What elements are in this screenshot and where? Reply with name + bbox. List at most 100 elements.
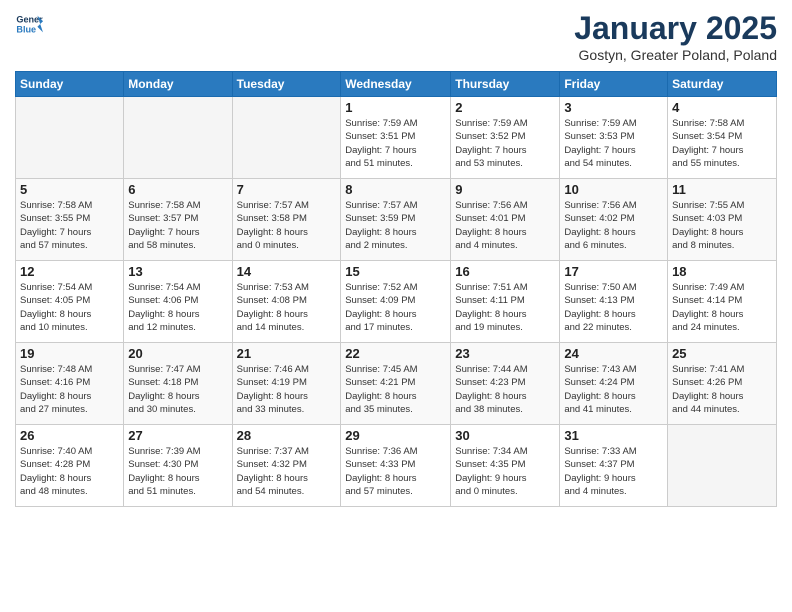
calendar-cell: 17 Sunrise: 7:50 AM Sunset: 4:13 PM Dayli… xyxy=(560,261,668,343)
day-number: 24 xyxy=(564,346,663,361)
day-number: 23 xyxy=(455,346,555,361)
day-info: Sunrise: 7:47 AM Sunset: 4:18 PM Dayligh… xyxy=(128,363,227,416)
day-number: 28 xyxy=(237,428,337,443)
col-friday: Friday xyxy=(560,72,668,97)
day-number: 1 xyxy=(345,100,446,115)
calendar-cell: 28 Sunrise: 7:37 AM Sunset: 4:32 PM Dayli… xyxy=(232,425,341,507)
day-info: Sunrise: 7:36 AM Sunset: 4:33 PM Dayligh… xyxy=(345,445,446,498)
col-sunday: Sunday xyxy=(16,72,124,97)
calendar-cell: 27 Sunrise: 7:39 AM Sunset: 4:30 PM Dayli… xyxy=(124,425,232,507)
week-row-1: 1 Sunrise: 7:59 AM Sunset: 3:51 PM Daylig… xyxy=(16,97,777,179)
calendar-cell xyxy=(232,97,341,179)
calendar-cell: 18 Sunrise: 7:49 AM Sunset: 4:14 PM Dayli… xyxy=(668,261,777,343)
day-number: 2 xyxy=(455,100,555,115)
day-info: Sunrise: 7:58 AM Sunset: 3:55 PM Dayligh… xyxy=(20,199,119,252)
day-number: 11 xyxy=(672,182,772,197)
day-number: 22 xyxy=(345,346,446,361)
day-number: 8 xyxy=(345,182,446,197)
calendar-cell: 4Sunrise: 7:58 AM Sunset: 3:54 PM Daylig… xyxy=(668,97,777,179)
calendar-cell: 30 Sunrise: 7:34 AM Sunset: 4:35 PM Dayli… xyxy=(451,425,560,507)
day-number: 29 xyxy=(345,428,446,443)
logo: General Blue xyxy=(15,10,43,38)
calendar-cell: 3 Sunrise: 7:59 AM Sunset: 3:53 PM Daylig… xyxy=(560,97,668,179)
day-number: 4 xyxy=(672,100,772,115)
day-info: Sunrise: 7:59 AM Sunset: 3:51 PM Dayligh… xyxy=(345,117,446,170)
calendar-cell: 8 Sunrise: 7:57 AM Sunset: 3:59 PM Daylig… xyxy=(341,179,451,261)
main-container: General Blue January 2025 Gostyn, Greate… xyxy=(0,0,792,517)
day-number: 15 xyxy=(345,264,446,279)
day-number: 18 xyxy=(672,264,772,279)
calendar-cell: 24 Sunrise: 7:43 AM Sunset: 4:24 PM Dayli… xyxy=(560,343,668,425)
day-info: Sunrise: 7:51 AM Sunset: 4:11 PM Dayligh… xyxy=(455,281,555,334)
calendar-cell xyxy=(16,97,124,179)
calendar-cell: 26 Sunrise: 7:40 AM Sunset: 4:28 PM Dayli… xyxy=(16,425,124,507)
day-info: Sunrise: 7:34 AM Sunset: 4:35 PM Dayligh… xyxy=(455,445,555,498)
day-info: Sunrise: 7:54 AM Sunset: 4:06 PM Dayligh… xyxy=(128,281,227,334)
day-number: 10 xyxy=(564,182,663,197)
day-number: 27 xyxy=(128,428,227,443)
day-number: 17 xyxy=(564,264,663,279)
calendar-cell: 2 Sunrise: 7:59 AM Sunset: 3:52 PM Daylig… xyxy=(451,97,560,179)
day-info: Sunrise: 7:50 AM Sunset: 4:13 PM Dayligh… xyxy=(564,281,663,334)
week-row-4: 19 Sunrise: 7:48 AM Sunset: 4:16 PM Dayli… xyxy=(16,343,777,425)
day-number: 13 xyxy=(128,264,227,279)
day-info: Sunrise: 7:37 AM Sunset: 4:32 PM Dayligh… xyxy=(237,445,337,498)
location-subtitle: Gostyn, Greater Poland, Poland xyxy=(574,47,777,63)
calendar-cell: 16 Sunrise: 7:51 AM Sunset: 4:11 PM Dayli… xyxy=(451,261,560,343)
calendar-cell: 1 Sunrise: 7:59 AM Sunset: 3:51 PM Daylig… xyxy=(341,97,451,179)
day-info: Sunrise: 7:55 AM Sunset: 4:03 PM Dayligh… xyxy=(672,199,772,252)
day-info: Sunrise: 7:59 AM Sunset: 3:53 PM Dayligh… xyxy=(564,117,663,170)
day-number: 5 xyxy=(20,182,119,197)
day-info: Sunrise: 7:41 AM Sunset: 4:26 PM Dayligh… xyxy=(672,363,772,416)
calendar-cell: 12 Sunrise: 7:54 AM Sunset: 4:05 PM Dayli… xyxy=(16,261,124,343)
day-number: 7 xyxy=(237,182,337,197)
calendar-cell: 14Sunrise: 7:53 AM Sunset: 4:08 PM Dayli… xyxy=(232,261,341,343)
day-number: 30 xyxy=(455,428,555,443)
day-number: 31 xyxy=(564,428,663,443)
week-row-2: 5 Sunrise: 7:58 AM Sunset: 3:55 PM Daylig… xyxy=(16,179,777,261)
day-number: 6 xyxy=(128,182,227,197)
day-info: Sunrise: 7:57 AM Sunset: 3:58 PM Dayligh… xyxy=(237,199,337,252)
month-title: January 2025 xyxy=(574,10,777,47)
calendar-cell: 15 Sunrise: 7:52 AM Sunset: 4:09 PM Dayli… xyxy=(341,261,451,343)
day-info: Sunrise: 7:57 AM Sunset: 3:59 PM Dayligh… xyxy=(345,199,446,252)
day-info: Sunrise: 7:52 AM Sunset: 4:09 PM Dayligh… xyxy=(345,281,446,334)
day-info: Sunrise: 7:40 AM Sunset: 4:28 PM Dayligh… xyxy=(20,445,119,498)
day-info: Sunrise: 7:49 AM Sunset: 4:14 PM Dayligh… xyxy=(672,281,772,334)
calendar-cell: 29 Sunrise: 7:36 AM Sunset: 4:33 PM Dayli… xyxy=(341,425,451,507)
week-row-5: 26 Sunrise: 7:40 AM Sunset: 4:28 PM Dayli… xyxy=(16,425,777,507)
col-thursday: Thursday xyxy=(451,72,560,97)
calendar-cell xyxy=(124,97,232,179)
calendar-cell: 25 Sunrise: 7:41 AM Sunset: 4:26 PM Dayli… xyxy=(668,343,777,425)
header-row: Sunday Monday Tuesday Wednesday Thursday… xyxy=(16,72,777,97)
calendar-cell: 6Sunrise: 7:58 AM Sunset: 3:57 PM Daylig… xyxy=(124,179,232,261)
header: General Blue January 2025 Gostyn, Greate… xyxy=(15,10,777,63)
col-wednesday: Wednesday xyxy=(341,72,451,97)
day-info: Sunrise: 7:54 AM Sunset: 4:05 PM Dayligh… xyxy=(20,281,119,334)
day-info: Sunrise: 7:56 AM Sunset: 4:02 PM Dayligh… xyxy=(564,199,663,252)
day-info: Sunrise: 7:59 AM Sunset: 3:52 PM Dayligh… xyxy=(455,117,555,170)
day-info: Sunrise: 7:43 AM Sunset: 4:24 PM Dayligh… xyxy=(564,363,663,416)
day-info: Sunrise: 7:48 AM Sunset: 4:16 PM Dayligh… xyxy=(20,363,119,416)
day-number: 25 xyxy=(672,346,772,361)
calendar-cell: 20Sunrise: 7:47 AM Sunset: 4:18 PM Dayli… xyxy=(124,343,232,425)
calendar-cell: 5 Sunrise: 7:58 AM Sunset: 3:55 PM Daylig… xyxy=(16,179,124,261)
day-info: Sunrise: 7:56 AM Sunset: 4:01 PM Dayligh… xyxy=(455,199,555,252)
day-number: 16 xyxy=(455,264,555,279)
day-number: 3 xyxy=(564,100,663,115)
title-block: January 2025 Gostyn, Greater Poland, Pol… xyxy=(574,10,777,63)
day-number: 19 xyxy=(20,346,119,361)
calendar-cell: 23Sunrise: 7:44 AM Sunset: 4:23 PM Dayli… xyxy=(451,343,560,425)
day-info: Sunrise: 7:46 AM Sunset: 4:19 PM Dayligh… xyxy=(237,363,337,416)
day-number: 21 xyxy=(237,346,337,361)
day-info: Sunrise: 7:39 AM Sunset: 4:30 PM Dayligh… xyxy=(128,445,227,498)
day-number: 12 xyxy=(20,264,119,279)
day-number: 26 xyxy=(20,428,119,443)
calendar-cell: 21 Sunrise: 7:46 AM Sunset: 4:19 PM Dayli… xyxy=(232,343,341,425)
calendar-cell: 19 Sunrise: 7:48 AM Sunset: 4:16 PM Dayli… xyxy=(16,343,124,425)
col-monday: Monday xyxy=(124,72,232,97)
logo-icon: General Blue xyxy=(15,10,43,38)
calendar-cell: 10 Sunrise: 7:56 AM Sunset: 4:02 PM Dayli… xyxy=(560,179,668,261)
calendar-cell: 7 Sunrise: 7:57 AM Sunset: 3:58 PM Daylig… xyxy=(232,179,341,261)
calendar-cell: 22Sunrise: 7:45 AM Sunset: 4:21 PM Dayli… xyxy=(341,343,451,425)
